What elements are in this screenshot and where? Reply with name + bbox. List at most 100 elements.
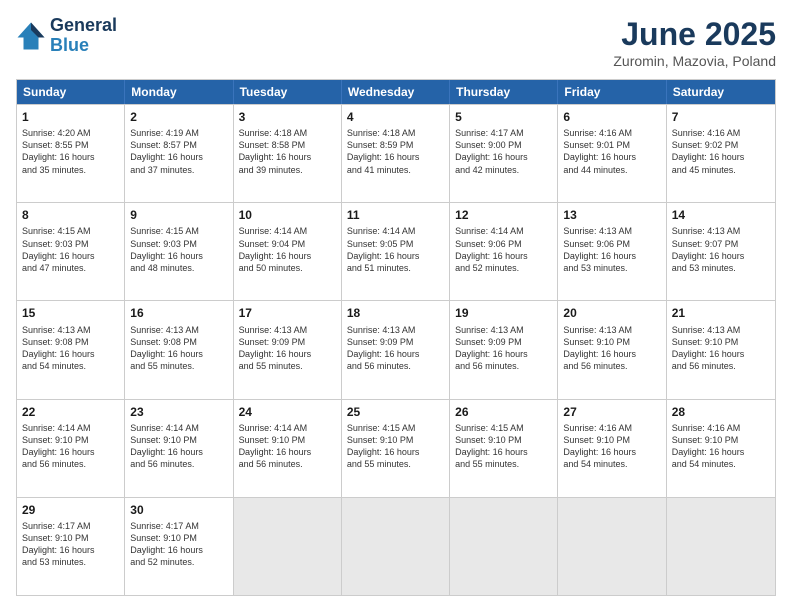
day-info: Daylight: 16 hours xyxy=(563,348,660,360)
day-cell-15: 15Sunrise: 4:13 AMSunset: 9:08 PMDayligh… xyxy=(17,301,125,398)
day-info: Daylight: 16 hours xyxy=(130,348,227,360)
day-info: Sunset: 9:10 PM xyxy=(22,434,119,446)
day-info: Sunset: 9:02 PM xyxy=(672,139,770,151)
calendar-header: SundayMondayTuesdayWednesdayThursdayFrid… xyxy=(17,80,775,104)
day-number: 5 xyxy=(455,109,552,125)
day-info: and 54 minutes. xyxy=(22,360,119,372)
day-info: Sunrise: 4:15 AM xyxy=(22,225,119,237)
day-info: and 56 minutes. xyxy=(130,458,227,470)
calendar-row-3: 15Sunrise: 4:13 AMSunset: 9:08 PMDayligh… xyxy=(17,300,775,398)
day-info: Daylight: 16 hours xyxy=(347,348,444,360)
day-number: 3 xyxy=(239,109,336,125)
day-info: Daylight: 16 hours xyxy=(672,151,770,163)
day-info: and 53 minutes. xyxy=(22,556,119,568)
day-info: Sunrise: 4:13 AM xyxy=(22,324,119,336)
day-info: and 53 minutes. xyxy=(563,262,660,274)
day-info: Sunrise: 4:14 AM xyxy=(347,225,444,237)
day-info: Sunrise: 4:14 AM xyxy=(239,225,336,237)
day-info: and 35 minutes. xyxy=(22,164,119,176)
day-info: Sunset: 9:10 PM xyxy=(455,434,552,446)
day-number: 27 xyxy=(563,404,660,420)
empty-cell xyxy=(234,498,342,595)
calendar-body: 1Sunrise: 4:20 AMSunset: 8:55 PMDaylight… xyxy=(17,104,775,595)
day-info: Sunrise: 4:14 AM xyxy=(130,422,227,434)
day-info: and 53 minutes. xyxy=(672,262,770,274)
day-cell-3: 3 Sunrise: 4:18 AMSunset: 8:58 PMDaylight… xyxy=(234,105,342,202)
empty-cell xyxy=(342,498,450,595)
empty-cell xyxy=(558,498,666,595)
day-cell-8: 8Sunrise: 4:15 AMSunset: 9:03 PMDaylight… xyxy=(17,203,125,300)
day-info: and 56 minutes. xyxy=(22,458,119,470)
day-info: and 51 minutes. xyxy=(347,262,444,274)
day-info: Sunset: 9:03 PM xyxy=(22,238,119,250)
header: General Blue June 2025 Zuromin, Mazovia,… xyxy=(16,16,776,69)
day-info: Sunrise: 4:18 AM xyxy=(239,127,336,139)
day-info: and 56 minutes. xyxy=(563,360,660,372)
day-cell-25: 25Sunrise: 4:15 AMSunset: 9:10 PMDayligh… xyxy=(342,400,450,497)
day-cell-2: 2Sunrise: 4:19 AMSunset: 8:57 PMDaylight… xyxy=(125,105,233,202)
day-info: and 48 minutes. xyxy=(130,262,227,274)
day-number: 16 xyxy=(130,305,227,321)
day-number: 4 xyxy=(347,109,444,125)
day-number: 13 xyxy=(563,207,660,223)
day-info: Daylight: 16 hours xyxy=(563,250,660,262)
day-info: and 55 minutes. xyxy=(130,360,227,372)
page: General Blue June 2025 Zuromin, Mazovia,… xyxy=(0,0,792,612)
day-cell-29: 29Sunrise: 4:17 AMSunset: 9:10 PMDayligh… xyxy=(17,498,125,595)
day-cell-16: 16Sunrise: 4:13 AMSunset: 9:08 PMDayligh… xyxy=(125,301,233,398)
day-cell-26: 26Sunrise: 4:15 AMSunset: 9:10 PMDayligh… xyxy=(450,400,558,497)
day-number: 26 xyxy=(455,404,552,420)
day-info: Daylight: 16 hours xyxy=(672,250,770,262)
day-info: Sunrise: 4:17 AM xyxy=(455,127,552,139)
day-info: and 56 minutes. xyxy=(672,360,770,372)
day-header-monday: Monday xyxy=(125,80,233,104)
day-info: Daylight: 16 hours xyxy=(130,151,227,163)
day-info: Sunrise: 4:13 AM xyxy=(672,324,770,336)
day-info: Daylight: 16 hours xyxy=(130,544,227,556)
day-info: Daylight: 16 hours xyxy=(455,250,552,262)
day-info: Sunset: 9:01 PM xyxy=(563,139,660,151)
day-header-friday: Friday xyxy=(558,80,666,104)
day-info: Sunset: 9:10 PM xyxy=(239,434,336,446)
day-info: Sunset: 9:10 PM xyxy=(672,336,770,348)
day-number: 6 xyxy=(563,109,660,125)
day-info: Sunset: 9:03 PM xyxy=(130,238,227,250)
logo-general: General xyxy=(50,16,117,36)
day-number: 15 xyxy=(22,305,119,321)
calendar: SundayMondayTuesdayWednesdayThursdayFrid… xyxy=(16,79,776,596)
day-info: and 45 minutes. xyxy=(672,164,770,176)
day-info: Daylight: 16 hours xyxy=(22,446,119,458)
day-info: Sunset: 9:10 PM xyxy=(347,434,444,446)
day-info: Sunrise: 4:13 AM xyxy=(347,324,444,336)
day-number: 20 xyxy=(563,305,660,321)
day-header-thursday: Thursday xyxy=(450,80,558,104)
day-info: Sunrise: 4:14 AM xyxy=(455,225,552,237)
day-info: and 56 minutes. xyxy=(239,458,336,470)
day-info: and 39 minutes. xyxy=(239,164,336,176)
day-info: Daylight: 16 hours xyxy=(239,151,336,163)
day-number: 7 xyxy=(672,109,770,125)
day-info: and 47 minutes. xyxy=(22,262,119,274)
day-info: and 55 minutes. xyxy=(455,458,552,470)
day-number: 30 xyxy=(130,502,227,518)
day-number: 23 xyxy=(130,404,227,420)
day-number: 21 xyxy=(672,305,770,321)
day-info: Daylight: 16 hours xyxy=(672,446,770,458)
day-info: and 37 minutes. xyxy=(130,164,227,176)
day-info: Daylight: 16 hours xyxy=(455,348,552,360)
day-info: Sunrise: 4:18 AM xyxy=(347,127,444,139)
day-info: Sunset: 9:05 PM xyxy=(347,238,444,250)
day-info: Sunrise: 4:20 AM xyxy=(22,127,119,139)
day-info: Sunset: 9:09 PM xyxy=(455,336,552,348)
day-info: Sunrise: 4:13 AM xyxy=(672,225,770,237)
day-cell-18: 18Sunrise: 4:13 AMSunset: 9:09 PMDayligh… xyxy=(342,301,450,398)
day-info: Sunset: 8:58 PM xyxy=(239,139,336,151)
day-info: Sunset: 9:09 PM xyxy=(347,336,444,348)
day-info: Daylight: 16 hours xyxy=(239,348,336,360)
empty-cell xyxy=(450,498,558,595)
day-info: and 55 minutes. xyxy=(347,458,444,470)
day-cell-10: 10Sunrise: 4:14 AMSunset: 9:04 PMDayligh… xyxy=(234,203,342,300)
day-number: 2 xyxy=(130,109,227,125)
day-number: 17 xyxy=(239,305,336,321)
day-number: 8 xyxy=(22,207,119,223)
